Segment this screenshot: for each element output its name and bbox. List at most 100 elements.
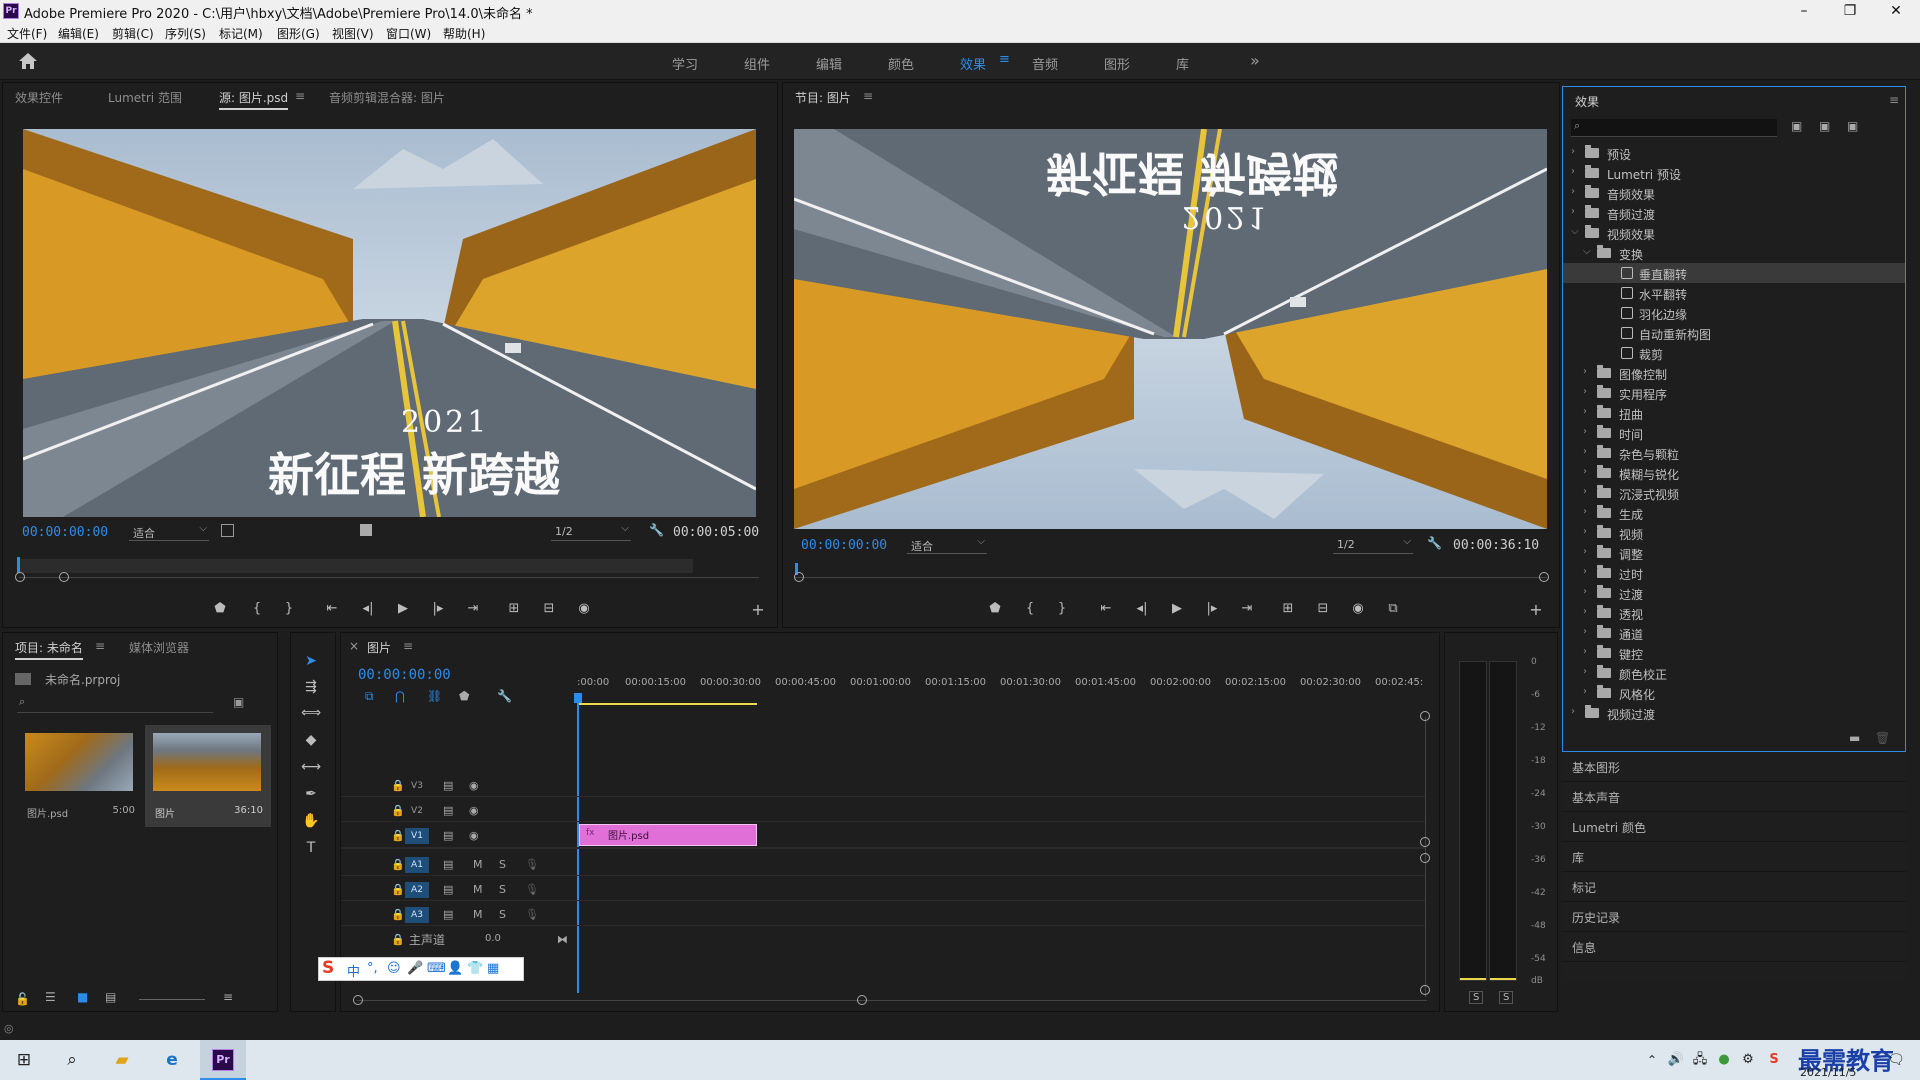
effect-folder[interactable]: › 视频过渡 <box>1563 703 1905 723</box>
track-name[interactable]: V2 <box>405 803 429 819</box>
eye-icon[interactable]: ◉ <box>469 779 479 792</box>
meter-solo-left-button[interactable]: S <box>1469 991 1484 1004</box>
chevron-right-icon[interactable]: › <box>1583 646 1587 657</box>
effect-folder[interactable]: › 杂色与颗粒 <box>1563 443 1905 463</box>
tab-source[interactable]: 源: 图片.psd <box>219 89 289 110</box>
program-export-frame-icon[interactable]: ◉ <box>1349 601 1367 616</box>
volume-icon[interactable]: 🔊 <box>1664 1048 1688 1072</box>
effect-folder[interactable]: › 沉浸式视频 <box>1563 483 1905 503</box>
menu-window[interactable]: 窗口(W) <box>386 25 431 42</box>
source-settings-toggle-icon[interactable] <box>221 524 234 537</box>
timeline-marker-icon[interactable]: ⬟ <box>459 689 469 703</box>
voice-over-icon[interactable]: 🎙 <box>525 858 539 871</box>
workspace-audio[interactable]: 音频 <box>1032 54 1058 73</box>
eye-icon[interactable]: ◉ <box>469 804 479 817</box>
source-safe-margins-icon[interactable] <box>360 524 372 536</box>
chevron-right-icon[interactable]: › <box>1571 206 1575 217</box>
effect-folder[interactable]: › 模糊与锐化 <box>1563 463 1905 483</box>
program-mark-out-icon[interactable]: } <box>1053 601 1071 616</box>
home-icon[interactable] <box>18 52 38 70</box>
ime-voice-icon[interactable]: 🎤 <box>407 961 423 976</box>
close-button[interactable]: ✕ <box>1876 1 1916 21</box>
chevron-right-icon[interactable]: › <box>1583 626 1587 637</box>
thumbnail-size-slider[interactable] <box>139 999 205 1000</box>
source-scrub-bar[interactable] <box>17 559 693 573</box>
solo-button[interactable]: S <box>499 883 506 896</box>
voice-over-icon[interactable]: 🎙 <box>525 883 539 896</box>
chevron-right-icon[interactable]: › <box>1583 386 1587 397</box>
program-extract-icon[interactable]: ⊟ <box>1314 601 1332 616</box>
accelerated-effects-icon[interactable]: ▣ <box>1791 119 1802 133</box>
timeline-clip[interactable]: fx 图片.psd <box>579 824 757 846</box>
source-timecode[interactable]: 00:00:00:00 <box>22 525 108 540</box>
type-tool-icon[interactable]: T <box>299 840 323 862</box>
timeline-close-icon[interactable]: × <box>349 639 359 653</box>
pen-tool-icon[interactable]: ✒ <box>299 786 323 808</box>
effect-item[interactable]: 裁剪 <box>1563 343 1905 363</box>
vscroll-handle[interactable] <box>1420 985 1430 995</box>
program-title[interactable]: 节目: 图片 <box>795 89 851 108</box>
source-step-forward-icon[interactable]: |▸ <box>429 601 447 616</box>
program-add-button-icon[interactable]: + <box>1527 600 1545 619</box>
program-mark-in-icon[interactable]: { <box>1021 601 1039 616</box>
effect-item[interactable]: 羽化边缘 <box>1563 303 1905 323</box>
ime-punctuation-icon[interactable]: °, <box>367 961 378 976</box>
panel-essential-sound[interactable]: 基本声音 <box>1562 782 1906 812</box>
ime-logo-icon[interactable]: S <box>322 958 334 978</box>
track-lock-icon[interactable]: 🔒 <box>391 804 405 817</box>
source-export-frame-icon[interactable]: ◉ <box>575 601 593 616</box>
effect-folder[interactable]: › 扭曲 <box>1563 403 1905 423</box>
icon-view-icon[interactable]: ■ <box>77 990 88 1004</box>
program-comparison-view-icon[interactable]: ⧉ <box>1384 601 1402 616</box>
sync-lock-icon[interactable]: ▤ <box>443 829 453 842</box>
program-step-back-icon[interactable]: ◂| <box>1133 601 1151 616</box>
program-wrench-icon[interactable]: 🔧 <box>1427 536 1442 550</box>
effect-folder[interactable]: ⌵ 视频效果 <box>1563 223 1905 243</box>
effect-folder[interactable]: › 音频效果 <box>1563 183 1905 203</box>
solo-button[interactable]: S <box>499 858 506 871</box>
effect-folder[interactable]: › 键控 <box>1563 643 1905 663</box>
linked-selection-icon[interactable]: ⛓ <box>427 689 442 703</box>
master-track-expand-icon[interactable]: ⧓ <box>557 933 568 946</box>
delete-effect-icon[interactable]: 🗑 <box>1875 731 1890 745</box>
lock-icon[interactable]: 🔓 <box>15 992 30 1006</box>
ime-toolbox-icon[interactable]: ▦ <box>487 961 499 976</box>
tray-chevron-icon[interactable]: ⌃ <box>1640 1048 1664 1072</box>
tab-audio-clip-mixer[interactable]: 音频剪辑混合器: 图片 <box>329 89 445 106</box>
eye-icon[interactable]: ◉ <box>469 829 479 842</box>
source-video-frame[interactable]: 2021 新征程 新跨越 <box>23 129 756 517</box>
panel-history[interactable]: 历史记录 <box>1562 902 1906 932</box>
menu-clip[interactable]: 剪辑(C) <box>112 25 154 42</box>
timeline-sequence-tab[interactable]: 图片 <box>367 639 391 658</box>
notification-icon[interactable]: 🗨 <box>1884 1048 1908 1072</box>
source-step-back-icon[interactable]: ◂| <box>359 601 377 616</box>
edge-browser-icon[interactable]: e <box>160 1048 184 1072</box>
track-lock-icon[interactable]: 🔒 <box>391 858 405 871</box>
source-playhead[interactable] <box>17 557 20 573</box>
tab-effect-controls[interactable]: 效果控件 <box>15 89 63 106</box>
workspace-assembly[interactable]: 组件 <box>744 54 770 73</box>
chevron-right-icon[interactable]: › <box>1583 526 1587 537</box>
chevron-right-icon[interactable]: › <box>1583 686 1587 697</box>
program-zoom-handle-left[interactable] <box>794 572 804 582</box>
timeline-menu-icon[interactable]: ≡ <box>403 639 413 653</box>
list-view-icon[interactable]: ☰ <box>45 990 56 1004</box>
chevron-right-icon[interactable]: › <box>1571 186 1575 197</box>
taskbar-premiere-button[interactable]: Pr <box>200 1040 246 1080</box>
program-add-marker-icon[interactable]: ⬟ <box>986 601 1004 616</box>
track-select-tool-icon[interactable]: ⇶ <box>299 679 323 701</box>
track-name[interactable]: V3 <box>405 778 429 794</box>
freeform-view-icon[interactable]: ▤ <box>105 990 116 1004</box>
nest-toggle-icon[interactable]: ⧉ <box>365 689 374 704</box>
source-wrench-icon[interactable]: 🔧 <box>649 523 664 537</box>
chevron-right-icon[interactable]: › <box>1583 486 1587 497</box>
snap-icon[interactable]: ⋂ <box>395 689 405 703</box>
playhead-handle[interactable] <box>574 693 582 703</box>
chevron-right-icon[interactable]: › <box>1583 366 1587 377</box>
taskbar-search-icon[interactable]: ⌕ <box>60 1048 84 1072</box>
voice-over-icon[interactable]: 🎙 <box>525 908 539 921</box>
effect-item[interactable]: 垂直翻转 <box>1563 263 1905 283</box>
sync-lock-icon[interactable]: ▤ <box>443 883 453 896</box>
source-panel-menu-icon[interactable]: ≡ <box>295 89 305 103</box>
menu-view[interactable]: 视图(V) <box>332 25 374 42</box>
